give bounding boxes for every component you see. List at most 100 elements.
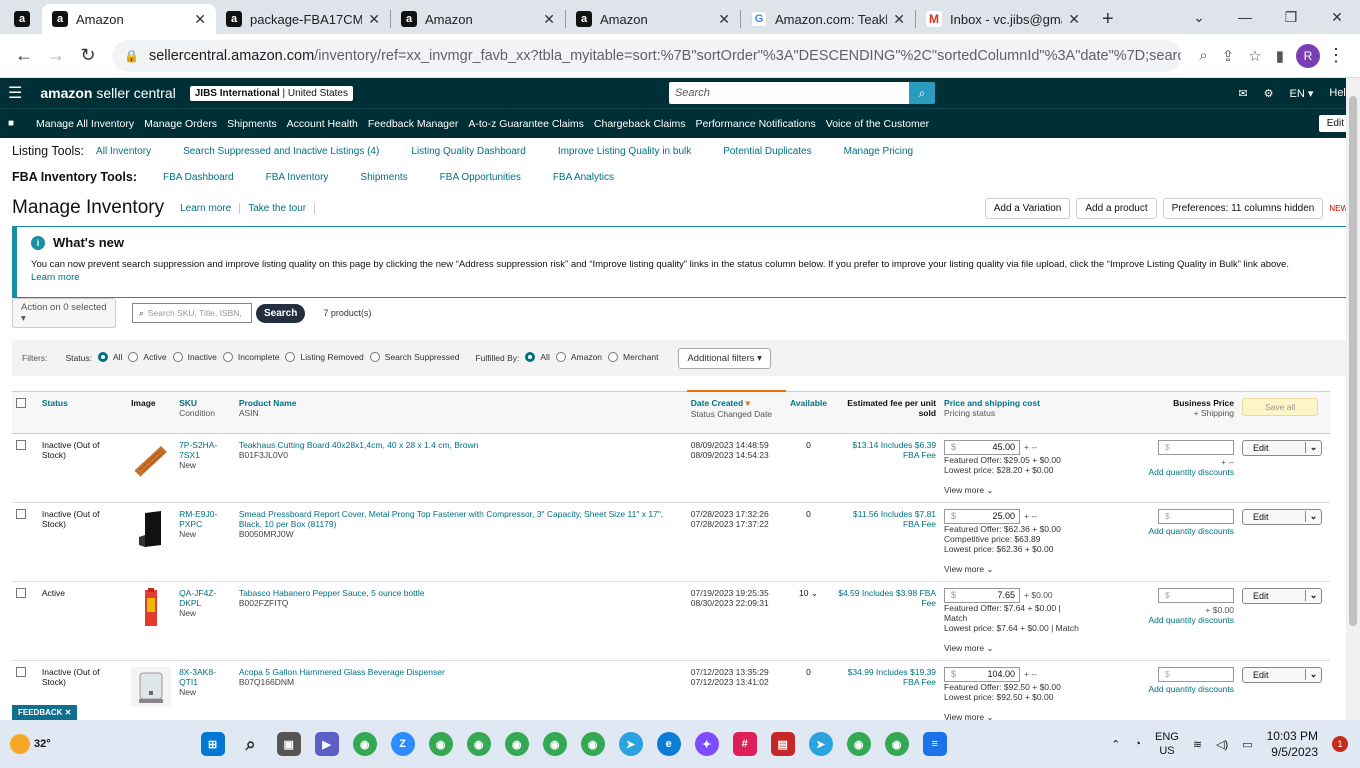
back-icon[interactable]: ← bbox=[8, 40, 40, 72]
whats-new-learn-more[interactable]: Learn more bbox=[31, 272, 80, 283]
nav-item[interactable]: Manage Orders bbox=[144, 118, 217, 130]
status-filter-radio[interactable]: Active bbox=[128, 352, 167, 362]
row-product-name[interactable]: Smead Pressboard Report Cover, Metal Pro… bbox=[239, 509, 683, 529]
row-fee[interactable]: $34.99 Includes $19.39 FBA Fee bbox=[835, 667, 936, 687]
select-all-checkbox[interactable] bbox=[16, 397, 26, 408]
fba-tool-link[interactable]: FBA Inventory bbox=[266, 172, 329, 183]
row-asin[interactable]: B01F3JL0V0 bbox=[239, 450, 683, 460]
browser-tab[interactable]: a bbox=[6, 4, 42, 34]
chrome-icon[interactable]: ◉ bbox=[352, 732, 377, 756]
status-filter-radio[interactable]: Inactive bbox=[172, 352, 217, 362]
sidepanel-icon[interactable]: ▮ bbox=[1276, 47, 1284, 65]
nav-item[interactable]: Chargeback Claims bbox=[594, 118, 686, 130]
status-filter-radio[interactable]: Incomplete bbox=[222, 352, 279, 362]
close-tab-icon[interactable]: ✕ bbox=[543, 11, 555, 28]
url-field[interactable]: 🔒 sellercentral.amazon.com /inventory/re… bbox=[112, 39, 1182, 72]
close-tab-icon[interactable]: ✕ bbox=[194, 11, 206, 28]
status-filter-radio[interactable]: All bbox=[97, 352, 122, 362]
chrome-icon[interactable]: ◉ bbox=[846, 732, 871, 756]
row-asin[interactable]: B002FZFITQ bbox=[239, 598, 683, 608]
row-asin[interactable]: B07Q166DNM bbox=[239, 677, 683, 687]
language-selector[interactable]: EN ▾ bbox=[1290, 87, 1314, 100]
browser-tab[interactable]: G Amazon.com: Teakha ✕ bbox=[741, 4, 915, 34]
row-checkbox[interactable] bbox=[16, 666, 26, 677]
view-more-link[interactable]: View more ⌄ bbox=[944, 485, 1085, 496]
tray-chevron-icon[interactable]: ⌃ bbox=[1111, 738, 1120, 751]
feedback-button[interactable]: FEEDBACK ✕ bbox=[12, 705, 78, 720]
row-checkbox[interactable] bbox=[16, 439, 26, 450]
browser-tab[interactable]: M Inbox - vc.jibs@gma ✕ bbox=[916, 4, 1090, 34]
status-filter-radio[interactable]: Search Suppressed bbox=[369, 352, 459, 362]
row-sku[interactable]: QA-JF4Z-DKPL bbox=[179, 588, 231, 608]
add-variation-button[interactable]: Add a Variation bbox=[984, 197, 1071, 219]
col-price[interactable]: Price and shipping cost Pricing status bbox=[940, 390, 1090, 434]
learn-more-link[interactable]: Learn more bbox=[172, 202, 241, 214]
business-price-input[interactable] bbox=[1158, 508, 1235, 524]
add-quantity-discounts-link[interactable]: Add quantity discounts bbox=[1093, 684, 1234, 694]
inventory-search-input[interactable]: ⌕ Search SKU, Title, ISBN, bbox=[132, 303, 252, 323]
zoom-icon[interactable]: ⌕ bbox=[1199, 47, 1207, 65]
row-product-name[interactable]: Acopa 5 Gallon Hammered Glass Beverage D… bbox=[239, 667, 683, 677]
battery-icon[interactable]: ▭ bbox=[1242, 738, 1252, 751]
teams-icon[interactable]: ▶ bbox=[314, 732, 339, 756]
listing-tool-link[interactable]: Listing Quality Dashboard bbox=[411, 146, 526, 157]
add-quantity-discounts-link[interactable]: Add quantity discounts bbox=[1093, 526, 1234, 536]
new-tab-icon[interactable]: + bbox=[1090, 4, 1126, 34]
listing-tool-link[interactable]: Potential Duplicates bbox=[723, 146, 811, 157]
chrome-icon[interactable]: ◉ bbox=[542, 732, 567, 756]
chevron-down-icon[interactable]: ⌄ bbox=[1305, 590, 1321, 601]
zoom-app-icon[interactable]: Z bbox=[390, 732, 415, 756]
bulk-action-select[interactable]: Action on 0 selected ▾ bbox=[12, 298, 116, 328]
listing-tool-link[interactable]: All Inventory bbox=[96, 146, 151, 157]
windows-start-icon[interactable]: ⊞ bbox=[200, 732, 225, 756]
mail-icon[interactable]: ✉ bbox=[1238, 87, 1247, 100]
slack-icon[interactable]: # bbox=[732, 732, 757, 756]
preferences-button[interactable]: Preferences: 11 columns hidden bbox=[1162, 197, 1324, 219]
page-scrollbar[interactable] bbox=[1346, 78, 1360, 720]
nav-item[interactable]: Voice of the Customer bbox=[826, 118, 929, 130]
inventory-search-button[interactable]: Search bbox=[256, 303, 306, 323]
business-price-input[interactable] bbox=[1158, 587, 1235, 603]
reload-icon[interactable]: ↻ bbox=[72, 40, 104, 72]
edge-icon[interactable]: e bbox=[656, 732, 681, 756]
nav-item[interactable]: Account Health bbox=[287, 118, 358, 130]
nav-item[interactable]: Feedback Manager bbox=[368, 118, 458, 130]
save-all-button[interactable]: Save all bbox=[1242, 397, 1319, 416]
header-search-input[interactable]: Search bbox=[668, 82, 909, 104]
fba-tool-link[interactable]: Shipments bbox=[360, 172, 407, 183]
nav-item[interactable]: A-to-z Guarantee Claims bbox=[468, 118, 584, 130]
chrome-icon[interactable]: ◉ bbox=[466, 732, 491, 756]
col-product-name[interactable]: Product Name ASIN bbox=[234, 390, 687, 434]
listing-tool-link[interactable]: Improve Listing Quality in bulk bbox=[558, 146, 691, 157]
edit-dropdown[interactable]: Edit ⌄ bbox=[1242, 439, 1323, 456]
input-language[interactable]: ENG US bbox=[1155, 730, 1179, 758]
chevron-down-icon[interactable]: ⌄ bbox=[1305, 442, 1321, 453]
seller-central-logo[interactable]: amazon seller central bbox=[40, 85, 175, 101]
row-sku[interactable]: 7P-S2HA-7SX1 bbox=[179, 440, 231, 460]
notes-app-icon[interactable]: ≡ bbox=[922, 732, 947, 756]
additional-filters-button[interactable]: Additional filters ▾ bbox=[678, 347, 771, 369]
price-input[interactable]: 45.00 bbox=[944, 439, 1021, 455]
business-price-input[interactable] bbox=[1158, 439, 1235, 455]
product-image[interactable] bbox=[131, 666, 172, 707]
chevron-down-icon[interactable]: ⌄ bbox=[1305, 669, 1321, 680]
app-icon[interactable]: ▤ bbox=[770, 732, 795, 756]
close-tab-icon[interactable]: ✕ bbox=[893, 11, 905, 28]
add-quantity-discounts-link[interactable]: Add quantity discounts bbox=[1093, 467, 1234, 477]
row-sku[interactable]: 8X-3AK8-QTI1 bbox=[179, 667, 231, 687]
chrome-icon[interactable]: ◉ bbox=[884, 732, 909, 756]
fba-tool-link[interactable]: FBA Dashboard bbox=[163, 172, 234, 183]
product-image[interactable] bbox=[131, 587, 171, 628]
messenger-icon[interactable]: ✦ bbox=[694, 732, 719, 756]
search-taskbar-icon[interactable]: ⌕ bbox=[239, 732, 263, 756]
col-date-created[interactable]: Date Created ▾ Status Changed Date bbox=[686, 390, 786, 434]
row-product-name[interactable]: Teakhaus Cutting Board 40x28x1,4cm, 40 x… bbox=[239, 440, 683, 450]
col-status[interactable]: Status bbox=[37, 390, 128, 434]
forward-icon[interactable]: → bbox=[40, 40, 72, 72]
row-checkbox[interactable] bbox=[16, 587, 26, 598]
row-asin[interactable]: B0050MRJ0W bbox=[239, 529, 683, 539]
fba-tool-link[interactable]: FBA Analytics bbox=[553, 172, 614, 183]
network-status-icon[interactable]: ◔ bbox=[1134, 738, 1141, 750]
browser-tab[interactable]: a package-FBA17CMG ✕ bbox=[216, 4, 390, 34]
task-view-icon[interactable]: ▣ bbox=[276, 732, 301, 756]
